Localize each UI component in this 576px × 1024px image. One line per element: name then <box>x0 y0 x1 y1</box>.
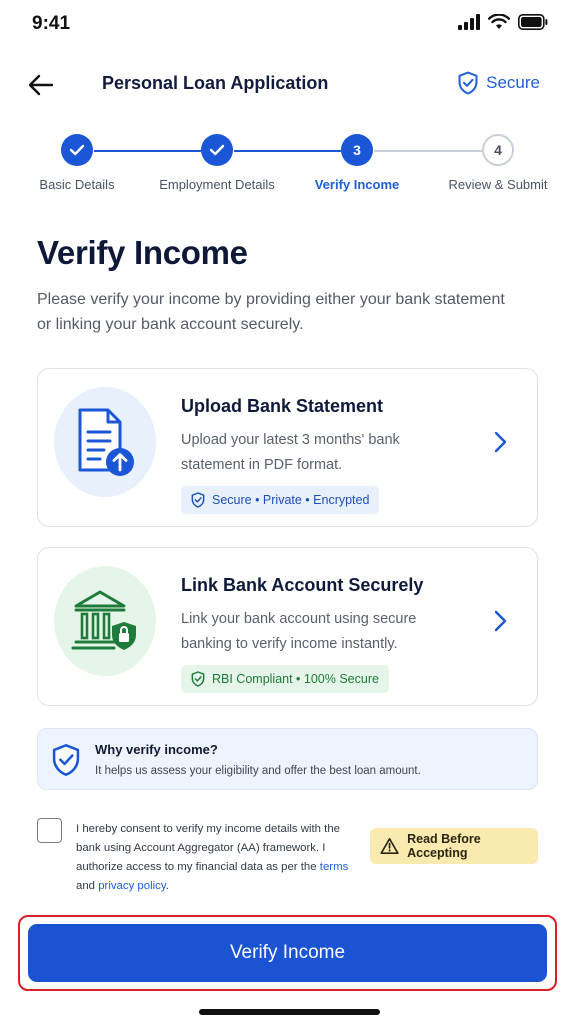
chevron-right-icon <box>493 431 507 458</box>
warning-icon <box>380 838 399 854</box>
step-label-review-submit: Review & Submit <box>448 177 548 192</box>
step-1-complete <box>61 134 93 166</box>
upload-card-title: Upload Bank Statement <box>181 396 384 416</box>
document-upload-icon <box>78 408 134 476</box>
bank-lock-icon <box>71 590 136 650</box>
page-description: Please verify your income by providing e… <box>37 291 505 333</box>
security-badge: Secure • Private • Encrypted <box>181 486 380 514</box>
verify-income-button[interactable]: Verify Income <box>28 924 547 982</box>
back-arrow-icon <box>28 74 54 96</box>
badge-label: RBI Compliant • 100% Secure <box>212 672 379 686</box>
link-bank-account-card[interactable]: Link Bank Account Securely Link your ban… <box>37 547 538 706</box>
secure-button[interactable]: Secure <box>458 71 540 95</box>
compliance-badge: RBI Compliant • 100% Secure <box>181 665 389 693</box>
page-title: Verify Income <box>37 234 248 271</box>
step-label-basic-details: Basic Details <box>39 177 115 192</box>
home-indicator <box>199 1009 380 1015</box>
step-4-pending: 4 <box>482 134 514 166</box>
status-bar: 9:41 <box>0 0 576 48</box>
step-label-verify-income: Verify Income <box>314 177 400 192</box>
consent-checkbox[interactable] <box>37 818 62 843</box>
shield-check-icon <box>458 71 478 95</box>
secure-label: Secure <box>486 73 540 92</box>
header-title: Personal Loan Application <box>102 73 329 93</box>
upload-bank-statement-card[interactable]: Upload Bank Statement Upload your latest… <box>37 368 538 527</box>
consent-body: I hereby consent to verify my income det… <box>76 823 341 873</box>
terms-link[interactable]: terms <box>320 861 348 873</box>
badge-label: Secure • Private • Encrypted <box>212 493 370 507</box>
link-card-description: Link your bank account using secure bank… <box>181 611 417 652</box>
info-text: It helps us assess your eligibility and … <box>95 765 421 777</box>
privacy-policy-link[interactable]: privacy policy <box>98 880 166 892</box>
shield-check-icon <box>191 671 205 687</box>
cta-highlight: Verify Income <box>18 915 557 991</box>
step-3-current: 3 <box>341 134 373 166</box>
progress-stepper: 3 4 Basic Details Employment Details Ver… <box>0 134 576 204</box>
check-icon <box>209 144 225 156</box>
status-icons <box>458 14 548 30</box>
consent-and: and <box>76 880 96 892</box>
read-before-accepting-button[interactable]: Read Before Accepting <box>370 828 538 864</box>
step-connector <box>94 150 201 152</box>
upload-card-description: Upload your latest 3 months' bank statem… <box>181 432 400 473</box>
step-connector <box>234 150 341 152</box>
consent-text: I hereby consent to verify my income det… <box>76 820 354 896</box>
consent-end: . <box>165 880 169 892</box>
wifi-icon <box>488 14 510 29</box>
back-button[interactable] <box>24 68 58 102</box>
link-card-title: Link Bank Account Securely <box>181 575 424 595</box>
signal-icon <box>458 14 480 30</box>
battery-icon <box>518 14 548 30</box>
chevron-right-icon <box>493 610 507 637</box>
status-time: 9:41 <box>32 13 71 34</box>
why-verify-info-box: Why verify income? It helps us assess yo… <box>37 728 538 790</box>
step-2-complete <box>201 134 233 166</box>
step-connector <box>374 150 482 152</box>
check-icon <box>69 144 85 156</box>
shield-check-icon <box>52 743 80 782</box>
read-before-label: Read Before Accepting <box>407 832 481 860</box>
step-label-employment-details: Employment Details <box>159 177 275 192</box>
bank-icon-circle <box>54 566 156 676</box>
info-title: Why verify income? <box>95 742 218 757</box>
app-header: Personal Loan Application Secure <box>0 62 576 108</box>
shield-check-icon <box>191 492 205 508</box>
upload-icon-circle <box>54 387 156 497</box>
